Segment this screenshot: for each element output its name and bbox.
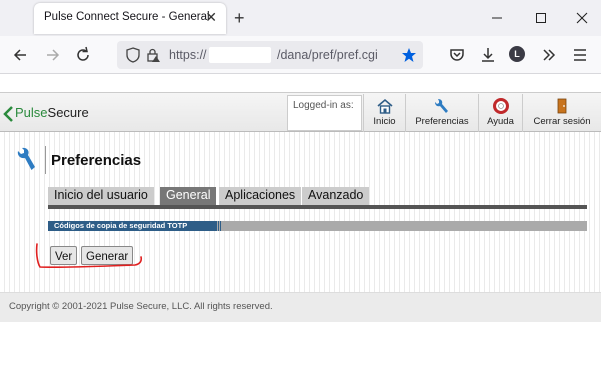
- close-tab-icon[interactable]: ✕: [205, 10, 217, 24]
- page-footer: Copyright © 2001-2021 Pulse Secure, LLC.…: [0, 292, 601, 322]
- back-arrow-icon[interactable]: [11, 45, 31, 65]
- door-exit-icon: [557, 98, 567, 114]
- extensions-overflow-icon[interactable]: [539, 45, 559, 65]
- toolbar-label: Ayuda: [487, 116, 514, 127]
- url-path: /dana/pref/pref.cgi: [277, 48, 378, 62]
- tabs-underline: [48, 205, 587, 209]
- toolbar-button-preferences[interactable]: Preferencias: [405, 94, 478, 132]
- page-content: PulseSecure Logged-in as: Inicio Prefere…: [0, 74, 601, 369]
- hamburger-menu-icon[interactable]: [570, 45, 590, 65]
- browser-navbar: https:// /dana/pref/pref.cgi L: [0, 36, 601, 74]
- window-close-icon[interactable]: [574, 11, 590, 25]
- bookmark-star-icon[interactable]: [401, 47, 417, 63]
- pulse-secure-logo: PulseSecure: [15, 105, 89, 120]
- app-header: PulseSecure Logged-in as: Inicio Prefere…: [0, 92, 601, 132]
- minimize-icon[interactable]: [489, 11, 505, 25]
- tab-title: Pulse Connect Secure - General: [44, 11, 210, 23]
- home-icon: [376, 98, 393, 114]
- tab-advanced[interactable]: Avanzado: [302, 187, 370, 205]
- download-icon[interactable]: [478, 45, 498, 65]
- toolbar-label: Cerrar sesión: [533, 116, 591, 127]
- tab-user-home[interactable]: Inicio del usuario: [48, 187, 154, 205]
- pocket-icon[interactable]: [447, 45, 467, 65]
- logged-in-label: Logged-in as:: [287, 95, 362, 131]
- red-annotation-mark: [35, 243, 143, 269]
- tab-general[interactable]: General: [160, 187, 217, 205]
- profile-avatar[interactable]: L: [509, 46, 525, 62]
- page-title: Preferencias: [51, 152, 142, 169]
- section-title: Códigos de copia de seguridad TOTP: [48, 221, 216, 231]
- pulse-logo-icon: [3, 106, 13, 122]
- wrench-icon: [435, 99, 448, 113]
- forward-arrow-icon[interactable]: [42, 45, 62, 65]
- shield-icon[interactable]: [125, 46, 141, 64]
- browser-tab[interactable]: Pulse Connect Secure - General ✕: [34, 3, 226, 34]
- toolbar-label: Preferencias: [415, 116, 469, 127]
- lock-warning-icon[interactable]: [145, 47, 161, 63]
- tab-applications[interactable]: Aplicaciones: [219, 187, 302, 205]
- lifebuoy-icon: [492, 98, 509, 114]
- toolbar-button-home[interactable]: Inicio: [363, 94, 405, 132]
- browser-titlebar: Pulse Connect Secure - General ✕ +: [0, 0, 601, 36]
- section-stripes: [216, 221, 222, 231]
- url-protocol: https://: [169, 48, 207, 62]
- redacted-host: [209, 47, 271, 63]
- title-divider: [45, 146, 46, 174]
- toolbar-button-help[interactable]: Ayuda: [478, 94, 522, 132]
- reload-icon[interactable]: [73, 45, 93, 65]
- url-bar[interactable]: https:// /dana/pref/pref.cgi: [117, 41, 423, 69]
- copyright-text: Copyright © 2001-2021 Pulse Secure, LLC.…: [9, 301, 273, 312]
- preferences-wrench-icon: [17, 147, 35, 170]
- toolbar-button-logout[interactable]: Cerrar sesión: [522, 94, 601, 132]
- new-tab-icon[interactable]: +: [234, 9, 245, 27]
- toolbar-label: Inicio: [373, 116, 396, 127]
- section-header: Códigos de copia de seguridad TOTP: [48, 221, 587, 231]
- maximize-icon[interactable]: [533, 11, 549, 25]
